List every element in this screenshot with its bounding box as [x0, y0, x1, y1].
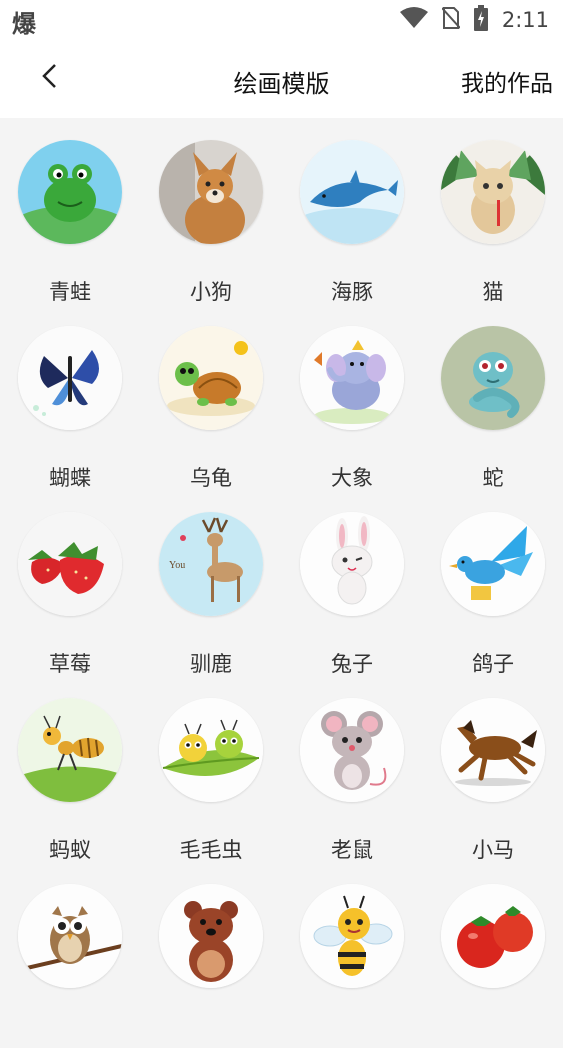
elephant-icon — [300, 326, 404, 430]
caterpillar-icon — [159, 698, 263, 802]
template-pigeon[interactable]: 鸽子 — [423, 490, 563, 676]
template-label: 鸽子 — [472, 652, 514, 676]
status-app-glyph: 爆 — [12, 10, 36, 38]
horse-icon — [441, 698, 545, 802]
frog-icon — [18, 140, 122, 244]
bee-icon — [300, 884, 404, 988]
status-icons: 2:11 — [399, 5, 549, 35]
template-strawberry[interactable]: 草莓 — [0, 490, 140, 676]
template-cat[interactable]: 猫 — [423, 118, 563, 304]
template-label: 乌龟 — [190, 466, 232, 490]
template-label: 兔子 — [331, 652, 373, 676]
template-owl[interactable] — [0, 862, 140, 1048]
template-label: 蚂蚁 — [49, 838, 91, 862]
battery-charging-icon — [473, 5, 488, 35]
template-ant[interactable]: 蚂蚁 — [0, 676, 140, 862]
reindeer-icon: You — [159, 512, 263, 616]
header-bar: 绘画模版 我的作品 — [0, 40, 563, 118]
template-label: 海豚 — [331, 280, 373, 304]
template-tomato[interactable] — [423, 862, 563, 1048]
template-label: 大象 — [331, 466, 373, 490]
template-turtle[interactable]: 乌龟 — [141, 304, 281, 490]
wifi-icon — [399, 7, 428, 33]
owl-icon — [18, 884, 122, 988]
template-dog[interactable]: 小狗 — [141, 118, 281, 304]
template-horse[interactable]: 小马 — [423, 676, 563, 862]
svg-text:You: You — [169, 560, 185, 571]
template-label: 蛇 — [482, 466, 504, 490]
butterfly-icon — [18, 326, 122, 430]
template-caterpillar[interactable]: 毛毛虫 — [141, 676, 281, 862]
tomato-icon — [441, 884, 545, 988]
template-label: 蝴蝶 — [49, 466, 91, 490]
no-sim-icon — [441, 6, 461, 34]
status-bar: 爆 2:11 — [0, 0, 563, 40]
cat-icon — [441, 140, 545, 244]
template-rabbit[interactable]: 兔子 — [282, 490, 422, 676]
dog-icon — [159, 140, 263, 244]
template-dolphin[interactable]: 海豚 — [282, 118, 422, 304]
status-time: 2:11 — [501, 8, 549, 32]
template-label: 小马 — [472, 838, 514, 862]
template-label: 驯鹿 — [190, 652, 232, 676]
ant-icon — [18, 698, 122, 802]
rabbit-icon — [300, 512, 404, 616]
template-butterfly[interactable]: 蝴蝶 — [0, 304, 140, 490]
snake-icon — [441, 326, 545, 430]
template-label: 猫 — [482, 280, 504, 304]
template-label: 毛毛虫 — [179, 838, 243, 862]
mouse-icon — [300, 698, 404, 802]
dolphin-icon — [300, 140, 404, 244]
template-bear[interactable] — [141, 862, 281, 1048]
strawberry-icon — [18, 512, 122, 616]
template-label: 老鼠 — [331, 838, 373, 862]
template-elephant[interactable]: 大象 — [282, 304, 422, 490]
template-label: 草莓 — [49, 652, 91, 676]
template-frog[interactable]: 青蛙 — [0, 118, 140, 304]
template-bee[interactable] — [282, 862, 422, 1048]
template-label: 青蛙 — [49, 280, 91, 304]
template-reindeer[interactable]: You 驯鹿 — [141, 490, 281, 676]
bear-icon — [159, 884, 263, 988]
turtle-icon — [159, 326, 263, 430]
my-works-button[interactable]: 我的作品 — [461, 64, 553, 98]
template-mouse[interactable]: 老鼠 — [282, 676, 422, 862]
pigeon-icon — [441, 512, 545, 616]
template-snake[interactable]: 蛇 — [423, 304, 563, 490]
template-label: 小狗 — [190, 280, 232, 304]
